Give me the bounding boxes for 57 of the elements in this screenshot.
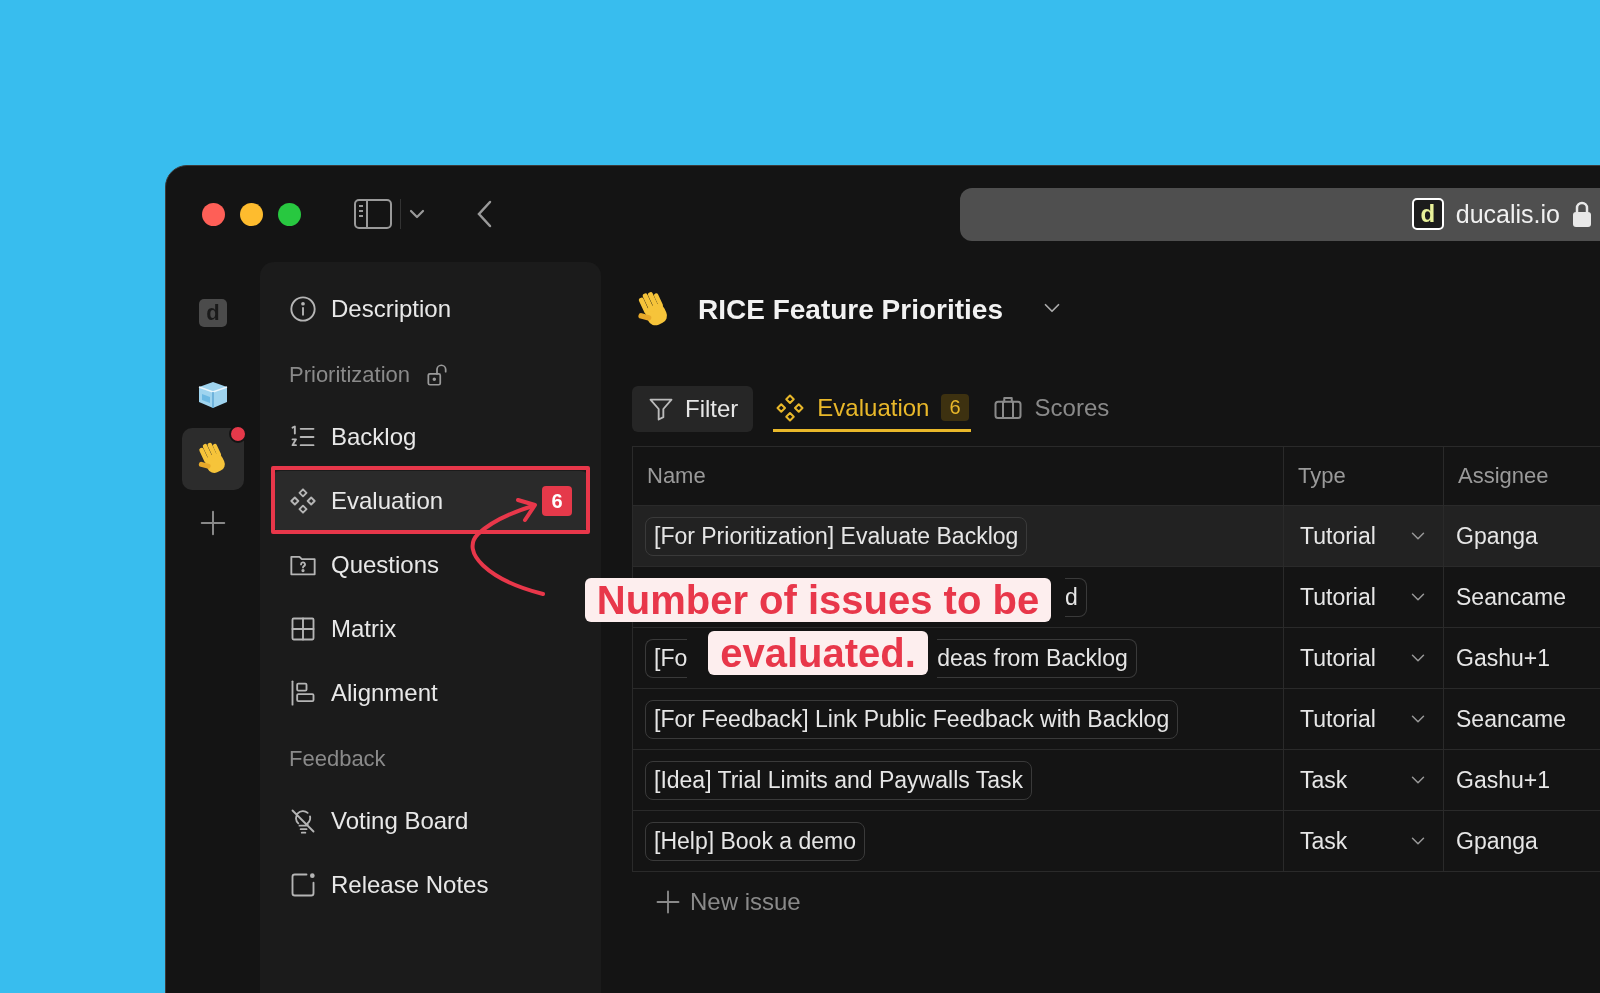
type-dropdown[interactable]: Tutorial: [1283, 627, 1443, 688]
sidebar-item[interactable]: Backlog: [272, 407, 589, 467]
count-badge: 6: [941, 394, 969, 421]
assignee-cell: Gashu+1: [1443, 627, 1600, 688]
close-button[interactable]: [202, 202, 225, 226]
assignee-cell: Gpanga: [1443, 810, 1600, 871]
filter-button[interactable]: Filter: [632, 386, 754, 432]
zoom-button[interactable]: [278, 202, 301, 226]
diamonds-icon: [775, 392, 806, 423]
callout-text: Number of issues to be: [584, 578, 1052, 622]
url-text: ducalis.io: [1455, 199, 1560, 229]
issue-name-chip[interactable]: [Help] Book a demo: [645, 821, 865, 861]
assignee-cell: Seancame: [1443, 566, 1600, 627]
workspace-item[interactable]: [182, 428, 244, 490]
issue-name-chip[interactable]: [Fo: [645, 638, 688, 678]
address-bar[interactable]: d ducalis.io: [960, 187, 1600, 241]
type-dropdown[interactable]: Tutorial: [1283, 688, 1443, 749]
sidebar-toggle-icon[interactable]: [354, 199, 392, 229]
sidebar-item[interactable]: Voting Board: [272, 791, 589, 851]
minimize-button[interactable]: [240, 202, 263, 226]
plus-icon: [654, 888, 682, 916]
view-tab[interactable]: Evaluation 6: [773, 386, 971, 432]
diamonds-icon: [289, 487, 317, 515]
issue-name-chip[interactable]: d: [1065, 577, 1087, 617]
type-dropdown[interactable]: Tutorial: [1283, 566, 1443, 627]
assignee-cell: Gashu+1: [1443, 749, 1600, 810]
new-issue-button[interactable]: New issue: [654, 888, 1600, 916]
issue-name-chip[interactable]: deas from Backlog: [937, 638, 1137, 678]
callout-text: evaluated.: [708, 631, 928, 675]
type-dropdown[interactable]: Tutorial: [1283, 505, 1443, 566]
bulb-off-icon: [289, 807, 317, 835]
plus-icon: [198, 508, 228, 538]
chevron-down-icon[interactable]: [409, 209, 425, 219]
assignee-cell: Seancame: [1443, 688, 1600, 749]
issue-name-chip[interactable]: [Idea] Trial Limits and Paywalls Task: [645, 760, 1032, 800]
view-tab[interactable]: Scores: [990, 386, 1112, 432]
align-left-icon: [289, 679, 317, 707]
grid-icon: [289, 615, 317, 643]
ice-cube-icon: [197, 380, 229, 410]
sidebar-item[interactable]: Evaluation 6: [272, 471, 589, 531]
type-dropdown[interactable]: Task: [1283, 810, 1443, 871]
sidebar-item[interactable]: Description: [272, 279, 589, 339]
sidebar-item[interactable]: Alignment: [272, 663, 589, 723]
column-header[interactable]: Name: [633, 447, 1283, 505]
page-title: RICE Feature Priorities: [698, 294, 1003, 326]
section-heading: Prioritization: [289, 362, 411, 388]
type-dropdown[interactable]: Task: [1283, 749, 1443, 810]
lock-icon: [1572, 200, 1592, 228]
count-badge: 6: [542, 486, 572, 516]
sidebar-item[interactable]: Release Notes: [272, 855, 589, 915]
assignee-cell: Gpanga: [1443, 505, 1600, 566]
note-icon: [289, 871, 317, 899]
issue-name-chip[interactable]: [For Feedback] Link Public Feedback with Backlog: [645, 699, 1179, 739]
site-favicon: d: [1411, 198, 1444, 230]
issue-name-chip[interactable]: [For Prioritization] Evaluate Backlog: [645, 516, 1028, 556]
info-icon: [289, 295, 317, 323]
section-heading: Feedback: [289, 746, 386, 772]
